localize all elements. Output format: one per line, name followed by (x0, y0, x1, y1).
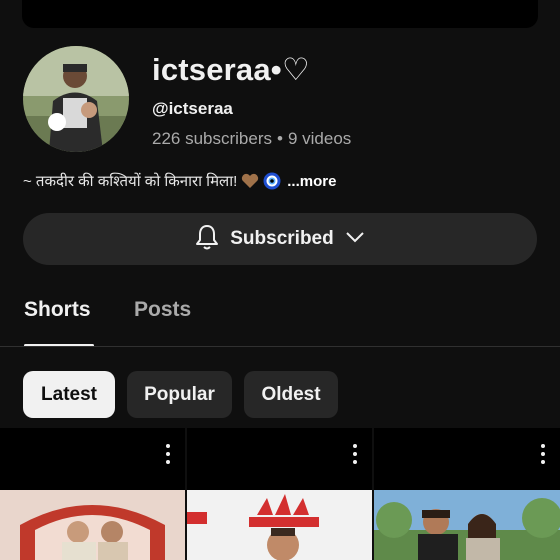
description-text: ~ तकदीर की कश्तियों को किनारा मिला! (23, 173, 238, 190)
filter-chip-oldest[interactable]: Oldest (244, 371, 338, 418)
subscribed-button[interactable]: Subscribed (23, 213, 537, 265)
channel-description[interactable]: ~ तकदीर की कश्तियों को किनारा मिला! ...m… (23, 171, 336, 191)
channel-handle: @ictseraa (152, 99, 233, 118)
subscribed-label: Subscribed (230, 228, 334, 249)
shorts-grid (0, 428, 560, 560)
channel-avatar[interactable] (23, 46, 129, 152)
short-thumbnail (0, 490, 185, 560)
channel-tabs: Shorts Posts (0, 290, 560, 347)
tabs-divider (0, 346, 560, 347)
more-vert-icon[interactable] (352, 444, 358, 464)
video-count: 9 videos (287, 129, 352, 148)
short-thumbnail (187, 490, 372, 560)
subscriber-count: 226 subscribers (152, 129, 273, 148)
channel-stats: 226 subscribers • 9 videos (152, 129, 351, 149)
tab-posts[interactable]: Posts (134, 298, 191, 322)
short-thumbnail (374, 490, 560, 560)
filter-chip-latest[interactable]: Latest (23, 371, 115, 418)
more-link[interactable]: ...more (287, 173, 336, 190)
bell-icon (194, 223, 220, 256)
more-vert-icon[interactable] (165, 444, 171, 464)
more-vert-icon[interactable] (540, 444, 546, 464)
brown-heart-icon (241, 173, 259, 189)
filter-chip-popular[interactable]: Popular (127, 371, 232, 418)
tab-shorts[interactable]: Shorts (24, 298, 91, 322)
stats-separator: • (277, 129, 283, 148)
channel-name: ictseraa•♡ (152, 52, 310, 87)
short-item[interactable] (187, 428, 372, 560)
nazar-amulet-icon (263, 172, 281, 190)
channel-banner (22, 0, 538, 28)
chevron-down-icon (344, 230, 366, 249)
short-item[interactable] (0, 428, 185, 560)
short-item[interactable] (374, 428, 560, 560)
